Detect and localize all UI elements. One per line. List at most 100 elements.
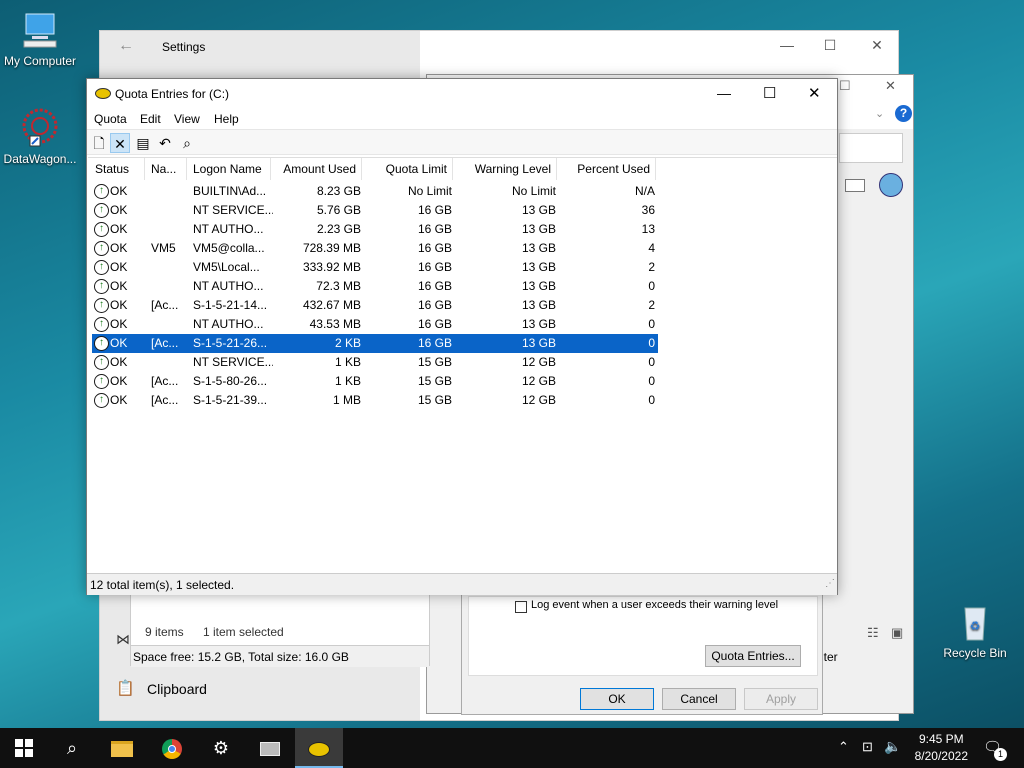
clipboard-icon: 📋 (116, 680, 135, 697)
quota-status-text: 12 total item(s), 1 selected. (90, 578, 235, 592)
cell-status: OK (110, 222, 128, 236)
network-icon: ⋈ (116, 631, 130, 647)
table-row[interactable]: ↑ OK VM5\Local... 333.92 MB 16 GB 13 GB 2 (92, 258, 658, 277)
taskbar-clock[interactable]: 9:45 PM 8/20/2022 (915, 731, 968, 765)
col-percent-used[interactable]: Percent Used (557, 158, 656, 180)
cell-warning: 13 GB (521, 298, 556, 312)
table-row[interactable]: ↑ OK NT SERVICE... 5.76 GB 16 GB 13 GB 36 (92, 201, 658, 220)
maximize-icon[interactable]: ☐ (763, 84, 776, 102)
shell-icon[interactable] (879, 173, 903, 197)
menu-help[interactable]: Help (214, 112, 239, 126)
table-row[interactable]: ↑ OK NT AUTHO... 43.53 MB 16 GB 13 GB 0 (92, 315, 658, 334)
cell-limit: 15 GB (417, 355, 452, 369)
new-entry-icon[interactable]: 🗋 (89, 133, 109, 153)
cell-limit: 16 GB (417, 298, 452, 312)
maximize-icon[interactable]: ☐ (815, 37, 845, 54)
quota-titlebar: Quota Entries for (C:) — ☐ ✕ (87, 79, 837, 109)
quota-taskbar-icon[interactable] (295, 728, 343, 768)
cell-status: OK (110, 184, 128, 198)
table-row[interactable]: ↑ OK [Ac... S-1-5-80-26... 1 KB 15 GB 12 GB 0 (92, 372, 658, 391)
ok-button[interactable]: OK (580, 688, 654, 710)
col-name[interactable]: Na... (145, 158, 187, 180)
settings-nav-clipboard[interactable]: Clipboard (147, 681, 207, 697)
close-icon[interactable]: ✕ (862, 37, 892, 54)
cell-status: OK (110, 260, 128, 274)
table-row[interactable]: ↑ OK BUILTIN\Ad... 8.23 GB No Limit No Limit N… (92, 182, 658, 201)
minimize-icon[interactable]: — (772, 37, 802, 53)
undo-icon[interactable]: ↶ (155, 133, 175, 153)
cell-percent: N/A (634, 184, 655, 198)
start-button[interactable] (0, 728, 48, 768)
desktop-icon-datawagon[interactable]: DataWagon... (0, 106, 80, 166)
log-event-label: Log event when a user exceeds their warn… (531, 599, 779, 611)
network-tray-icon[interactable]: ⊡ (862, 739, 873, 755)
back-arrow-icon[interactable]: ← (118, 37, 134, 55)
preview-view-icon[interactable]: ▣ (891, 625, 903, 641)
close-icon[interactable]: ✕ (808, 84, 821, 102)
quota-list: Status Na... Logon Name Amount Used Quot… (88, 157, 837, 571)
help-icon[interactable]: ? (895, 105, 912, 122)
desktop-icon-recycle-bin[interactable]: ♻ Recycle Bin (935, 600, 1015, 660)
address-input[interactable] (839, 133, 903, 163)
cell-percent: 2 (648, 298, 655, 312)
file-explorer-icon[interactable] (98, 728, 146, 768)
table-row[interactable]: ↑ OK [Ac... S-1-5-21-26... 2 KB 16 GB 13 GB 0 (92, 334, 658, 353)
col-quota-limit[interactable]: Quota Limit (362, 158, 453, 180)
cell-warning: 13 GB (521, 260, 556, 274)
properties-icon[interactable]: ▤ (133, 133, 153, 153)
col-amount-used[interactable]: Amount Used (271, 158, 362, 180)
cell-limit: 15 GB (417, 393, 452, 407)
cell-status: OK (110, 374, 128, 388)
cell-amount: 1 KB (334, 374, 361, 388)
disk-management-icon[interactable] (246, 728, 294, 768)
chrome-icon[interactable] (148, 728, 196, 768)
col-warning-level[interactable]: Warning Level (453, 158, 557, 180)
cancel-button[interactable]: Cancel (662, 688, 736, 710)
quota-entries-button[interactable]: Quota Entries... (705, 645, 801, 667)
minimize-icon[interactable]: — (717, 85, 731, 101)
table-row[interactable]: ↑ OK NT AUTHO... 72.3 MB 16 GB 13 GB 0 (92, 277, 658, 296)
cell-logon: S-1-5-21-26... (193, 336, 268, 350)
table-row[interactable]: ↑ OK NT SERVICE... 1 KB 15 GB 12 GB 0 (92, 353, 658, 372)
cell-amount: 8.23 GB (316, 184, 361, 198)
menu-quota[interactable]: Quota (94, 112, 127, 126)
cell-limit: No Limit (407, 184, 452, 198)
cell-name (151, 258, 191, 277)
details-view-icon[interactable]: ☷ (867, 625, 879, 641)
ok-status-icon: ↑ (94, 317, 109, 332)
desktop-icon-label: Recycle Bin (943, 646, 1007, 660)
log-event-checkbox[interactable] (515, 601, 527, 613)
chevron-up-icon[interactable]: ⌃ (838, 739, 849, 755)
cell-warning: No Limit (511, 184, 556, 198)
volume-icon[interactable]: 🔈 (884, 738, 901, 755)
delete-icon[interactable]: ✕ (110, 133, 130, 153)
ok-status-icon: ↑ (94, 298, 109, 313)
table-row[interactable]: ↑ OK NT AUTHO... 2.23 GB 16 GB 13 GB 13 (92, 220, 658, 239)
apply-button[interactable]: Apply (744, 688, 818, 710)
menu-view[interactable]: View (174, 112, 200, 126)
cell-status: OK (110, 203, 128, 217)
col-logon-name[interactable]: Logon Name (187, 158, 271, 180)
cell-warning: 13 GB (521, 241, 556, 255)
table-row[interactable]: ↑ OK VM5 VM5@colla... 728.39 MB 16 GB 13 GB 4 (92, 239, 658, 258)
cell-logon: NT SERVICE... (193, 355, 273, 369)
cell-amount: 333.92 MB (302, 260, 361, 274)
desktop-icon-my-computer[interactable]: My Computer (0, 8, 80, 68)
col-status[interactable]: Status (88, 158, 145, 180)
search-icon[interactable]: ⌕ (48, 728, 96, 768)
menu-edit[interactable]: Edit (140, 112, 161, 126)
cell-name (151, 353, 191, 372)
table-row[interactable]: ↑ OK [Ac... S-1-5-21-39... 1 MB 15 GB 12 GB 0 (92, 391, 658, 410)
resize-grip-icon[interactable]: ⋰ (825, 578, 835, 589)
explorer-statusbar: Space free: 15.2 GB, Total size: 16.0 GB (131, 645, 429, 667)
ok-status-icon: ↑ (94, 222, 109, 237)
taskbar-time: 9:45 PM (918, 732, 964, 746)
cell-logon: VM5\Local... (193, 260, 260, 274)
chevron-down-icon[interactable]: ⌄ (875, 107, 884, 120)
find-icon[interactable]: ⌕ (177, 133, 197, 153)
settings-gear-icon[interactable]: ⚙ (197, 728, 245, 768)
maximize-icon[interactable]: ☐ (839, 78, 851, 94)
card-icon[interactable] (845, 179, 865, 192)
close-icon[interactable]: ✕ (885, 78, 896, 94)
table-row[interactable]: ↑ OK [Ac... S-1-5-21-14... 432.67 MB 16 GB 13 … (92, 296, 658, 315)
